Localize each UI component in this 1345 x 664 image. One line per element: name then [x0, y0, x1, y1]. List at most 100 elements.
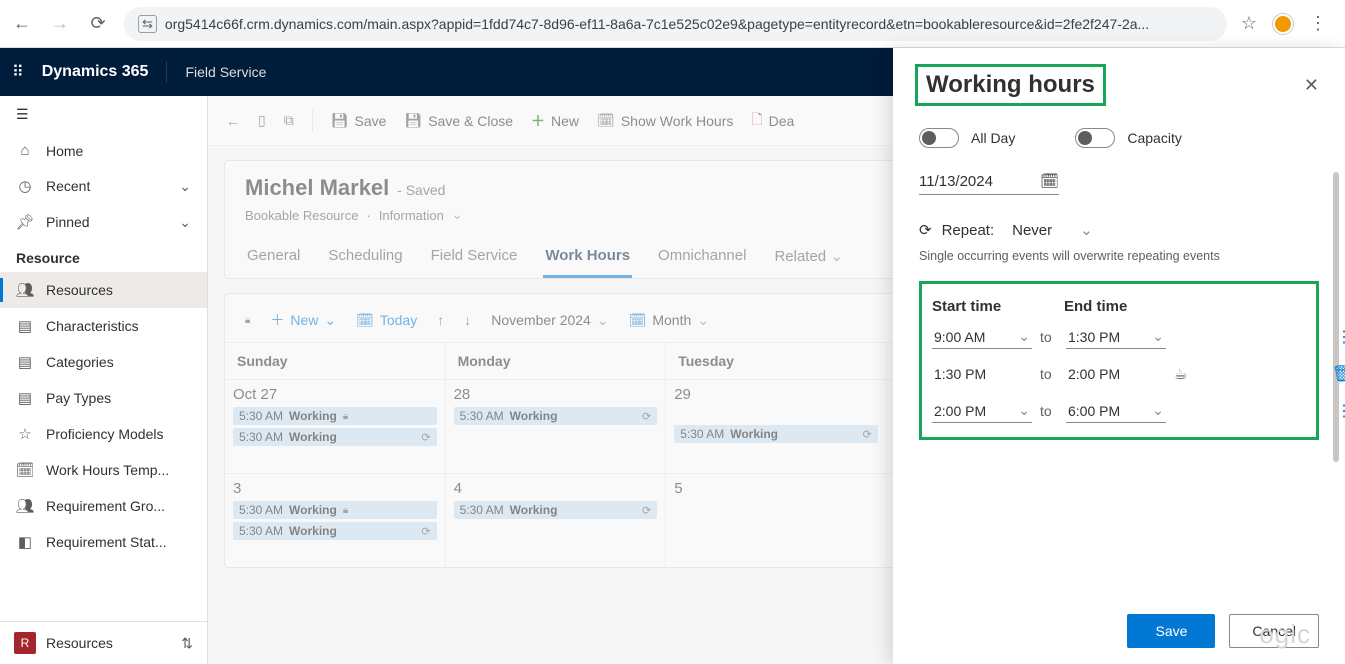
end-time-input[interactable]: 6:00 PM⌄ — [1066, 399, 1166, 423]
day-cell[interactable]: 5 — [666, 473, 887, 567]
calendar-event[interactable]: 5:30 AMWorking⟳ — [454, 407, 658, 425]
nav-home[interactable]: ⌂Home — [0, 133, 207, 168]
cal-next-button[interactable]: ↓ — [464, 312, 471, 328]
tab-related[interactable]: Related ⌄ — [772, 237, 844, 278]
tab-general[interactable]: General — [245, 237, 302, 278]
refresh-icon: ⟳ — [421, 525, 430, 538]
calendar-event[interactable]: 5:30 AMWorking🔒︎ — [233, 501, 437, 519]
cancel-button[interactable]: Cancel — [1229, 614, 1319, 648]
btn-label: New — [290, 312, 318, 328]
forward-button[interactable]: → — [48, 12, 72, 36]
nav-pinned[interactable]: 📌︎Pinned⌄ — [0, 204, 207, 240]
day-cell[interactable]: Oct 27 5:30 AMWorking🔒︎ 5:30 AMWorking⟳ — [225, 379, 446, 473]
save-close-button[interactable]: 💾︎Save & Close — [404, 112, 513, 129]
date-input[interactable]: 11/13/2024 🗓︎ — [919, 168, 1059, 195]
calendar-event[interactable]: 5:30 AMWorking⟳ — [674, 425, 878, 443]
day-cell[interactable]: 29 5:30 AMWorking⟳ — [666, 379, 887, 473]
end-time-input[interactable]: 1:30 PM⌄ — [1066, 325, 1166, 349]
time-row-break: 1:30 PM to 2:00 PM ☕︎ 🗑︎ — [932, 363, 1306, 385]
nav-categories[interactable]: ▤ Categories — [0, 344, 207, 380]
back-button[interactable]: ← — [10, 12, 34, 36]
app-launcher-icon[interactable]: ⠿ — [12, 62, 24, 82]
save-button[interactable]: 💾︎Save — [331, 112, 387, 129]
calendar-event[interactable]: 5:30 AMWorking⟳ — [233, 428, 437, 446]
deactivate-icon: 🗋 — [751, 109, 762, 133]
folder-icon: ▤ — [16, 353, 34, 371]
back-cmd[interactable]: ← — [226, 113, 240, 129]
row-delete-icon[interactable]: 🗑︎ — [1332, 364, 1345, 384]
start-time-static: 1:30 PM — [932, 363, 1032, 385]
save-button[interactable]: Save — [1127, 614, 1215, 648]
reload-button[interactable]: ⟳ — [86, 12, 110, 36]
calendar-event[interactable]: 5:30 AMWorking⟳ — [233, 522, 437, 540]
cal-period[interactable]: November 2024 ⌄ — [491, 312, 608, 329]
clock-icon: ◷ — [16, 177, 34, 195]
row-more-icon[interactable]: ⋮ — [1336, 327, 1345, 347]
start-time-input[interactable]: 9:00 AM⌄ — [932, 325, 1032, 349]
resources-badge: R — [14, 632, 36, 654]
calendar-event[interactable]: 5:30 AMWorking🔒︎ — [233, 407, 437, 425]
toggle-capacity[interactable]: Capacity — [1075, 128, 1181, 148]
app-title: Dynamics 365 — [42, 63, 149, 81]
view-label: Month — [652, 312, 691, 328]
day-cell[interactable]: 4 5:30 AMWorking⟳ — [446, 473, 667, 567]
to-label: to — [1032, 403, 1066, 419]
tab-scheduling[interactable]: Scheduling — [326, 237, 404, 278]
toggle-all-day[interactable]: All Day — [919, 128, 1015, 148]
repeat-selector[interactable]: ⟳ Repeat: Never ⌄ — [919, 221, 1319, 239]
nav-proficiency[interactable]: ☆Proficiency Models — [0, 416, 207, 452]
show-work-hours-button[interactable]: 🗓︎Show Work Hours — [597, 112, 733, 129]
plus-icon: ＋ — [531, 111, 545, 131]
nav-paytypes[interactable]: ▤Pay Types — [0, 380, 207, 416]
close-icon[interactable]: ✕ — [1300, 71, 1323, 100]
switch-off[interactable] — [919, 128, 959, 148]
time-row: 2:00 PM⌄ to 6:00 PM⌄ ⋮ — [932, 399, 1306, 423]
nav-item-label: Characteristics — [46, 318, 139, 334]
tab-fieldservice[interactable]: Field Service — [429, 237, 520, 278]
deactivate-button[interactable]: 🗋Dea — [751, 109, 794, 133]
start-time-input[interactable]: 2:00 PM⌄ — [932, 399, 1032, 423]
popout-icon: ⧉ — [284, 112, 294, 129]
tab-omnichannel[interactable]: Omnichannel — [656, 237, 748, 278]
date-value: 11/13/2024 — [919, 173, 993, 190]
cal-prev-button[interactable]: ↑ — [437, 312, 444, 328]
day-cell[interactable]: 3 5:30 AMWorking🔒︎ 5:30 AMWorking⟳ — [225, 473, 446, 567]
chevron-down-icon: ⌄ — [1018, 328, 1030, 345]
nav-req-stat[interactable]: ◧Requirement Stat... — [0, 524, 207, 560]
form-name[interactable]: Information — [379, 208, 444, 223]
app-area[interactable]: Field Service — [185, 64, 266, 80]
dayhead-sun: Sunday — [225, 343, 446, 379]
hamburger-icon[interactable]: ☰ — [0, 96, 207, 133]
nav-item-label: Categories — [46, 354, 114, 370]
row-more-icon[interactable]: ⋮ — [1336, 401, 1345, 421]
browser-toolbar: ← → ⟳ ⇆ org5414c66f.crm.dynamics.com/mai… — [0, 0, 1345, 48]
clipboard-icon: ▯ — [258, 112, 266, 129]
address-bar[interactable]: ⇆ org5414c66f.crm.dynamics.com/main.aspx… — [124, 7, 1227, 41]
nav-characteristics[interactable]: ▤Characteristics — [0, 308, 207, 344]
switch-off[interactable] — [1075, 128, 1115, 148]
nav-pinned-label: Pinned — [46, 214, 90, 230]
site-info-icon[interactable]: ⇆ — [138, 15, 157, 33]
nav-req-group[interactable]: 👥︎Requirement Gro... — [0, 488, 207, 524]
cal-today-button[interactable]: 🗓︎Today — [356, 312, 417, 329]
cal-view[interactable]: 🗓︎Month ⌄ — [629, 312, 709, 329]
day-cell[interactable]: 28 5:30 AMWorking⟳ — [446, 379, 667, 473]
to-label: to — [1032, 329, 1066, 345]
nav-workhours-temp[interactable]: 🗓︎Work Hours Temp... — [0, 452, 207, 488]
open-new-window[interactable]: ⧉ — [284, 112, 294, 129]
profile-avatar[interactable] — [1273, 14, 1293, 34]
nav-resources[interactable]: 👥︎Resources — [0, 272, 207, 308]
nav-footer-resources[interactable]: R Resources ⇅ — [0, 621, 207, 664]
kebab-icon[interactable]: ⋮ — [1309, 13, 1327, 34]
nav-item-label: Resources — [46, 282, 113, 298]
cal-new-button[interactable]: ＋New ⌄ — [270, 310, 336, 330]
chevron-down-icon: ⌄ — [324, 312, 336, 329]
new-button[interactable]: ＋New — [531, 111, 579, 131]
lock-icon: 🔒︎ — [343, 411, 348, 422]
toggle-label: Capacity — [1127, 130, 1181, 146]
form-selector[interactable]: ▯ — [258, 112, 266, 129]
bookmark-icon[interactable]: ☆ — [1241, 13, 1257, 34]
tab-workhours[interactable]: Work Hours — [543, 237, 632, 278]
nav-recent[interactable]: ◷Recent⌄ — [0, 168, 207, 204]
calendar-event[interactable]: 5:30 AMWorking⟳ — [454, 501, 658, 519]
